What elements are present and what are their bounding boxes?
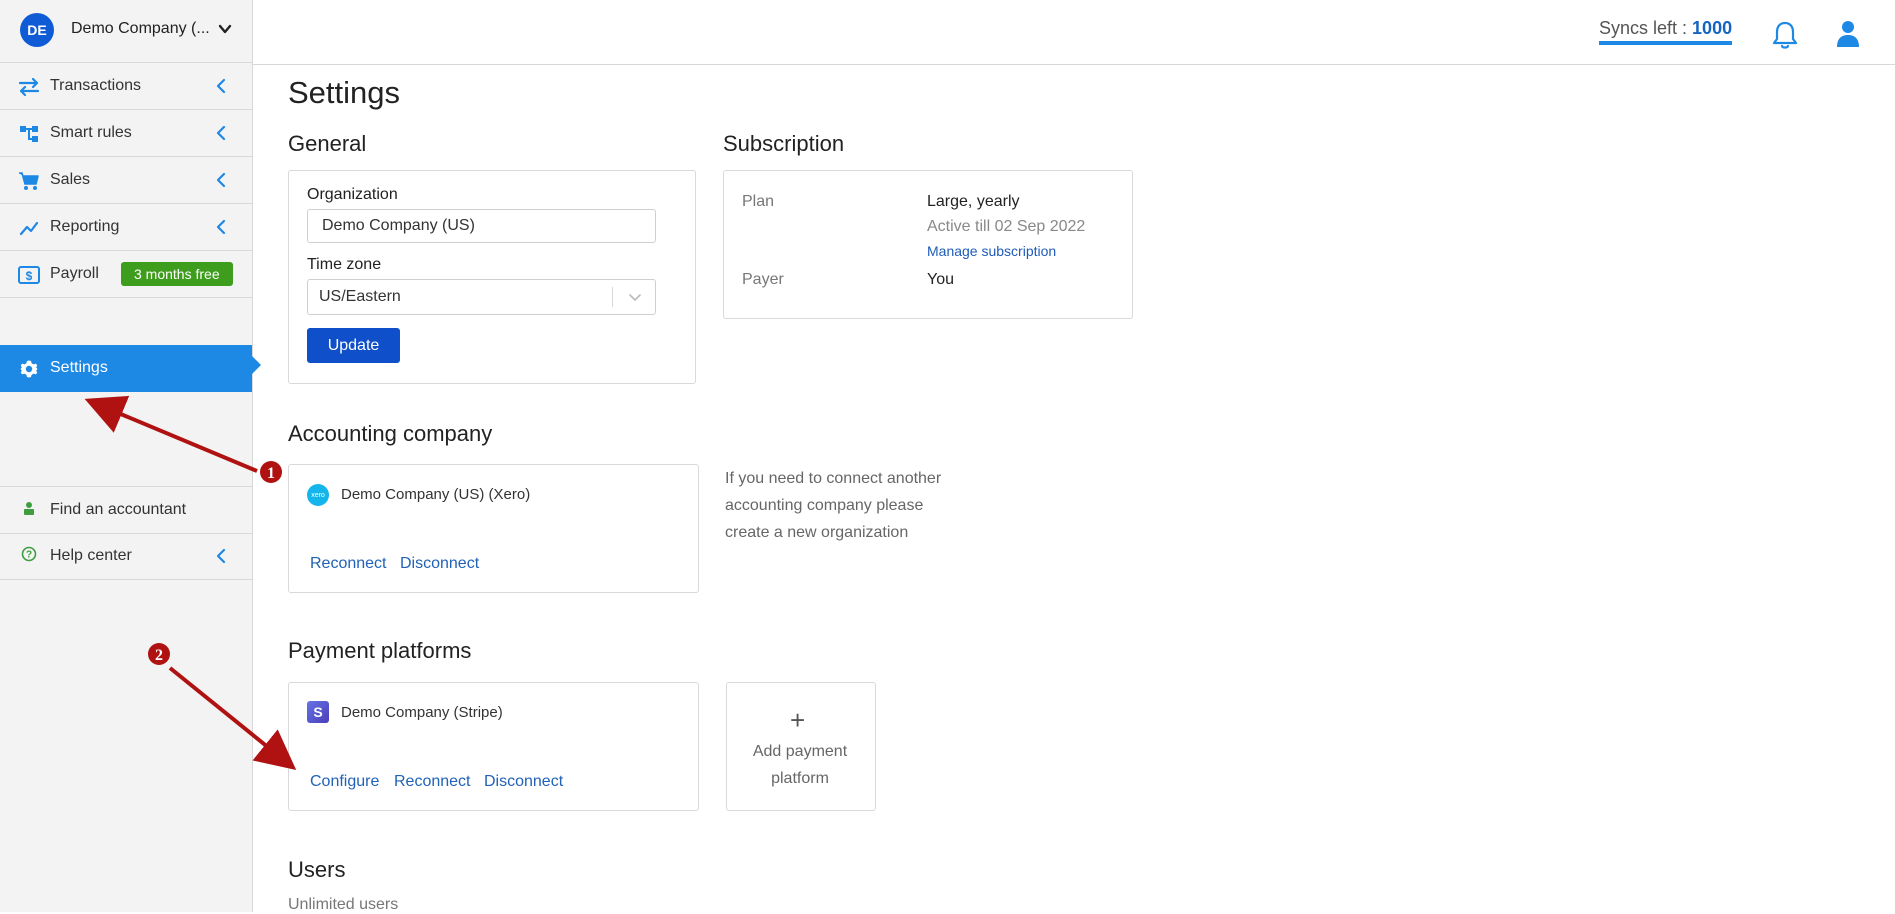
xero-logo: xero: [307, 484, 329, 506]
sidebar-item-label: Smart rules: [50, 124, 132, 141]
payment-disconnect-link[interactable]: Disconnect: [484, 773, 563, 791]
syncs-left-indicator[interactable]: Syncs left : 1000: [1599, 18, 1733, 45]
chevron-left-icon: [216, 78, 226, 94]
chevron-down-icon: [218, 24, 232, 34]
sidebar-item-transactions[interactable]: Transactions: [0, 63, 252, 110]
users-heading: Users: [288, 857, 346, 882]
sidebar-item-label: Transactions: [50, 77, 141, 94]
stripe-logo: S: [307, 701, 329, 723]
accounting-reconnect-link[interactable]: Reconnect: [310, 555, 387, 573]
stripe-logo-text: S: [313, 704, 323, 720]
user-icon[interactable]: [1835, 20, 1861, 48]
plan-value: Large, yearly: [927, 193, 1020, 210]
configure-link[interactable]: Configure: [310, 773, 379, 791]
sidebar-item-label: Reporting: [50, 218, 120, 235]
annotation-marker-1: [260, 461, 282, 483]
timezone-select[interactable]: US/Eastern: [307, 279, 656, 315]
sidebar-item-label: Find an accountant: [50, 501, 187, 518]
organization-label: Organization: [307, 186, 398, 203]
gear-icon: [18, 358, 40, 380]
dollar-card-icon: $: [18, 264, 40, 286]
accounting-note: If you need to connect another accountin…: [725, 470, 942, 541]
timezone-label: Time zone: [307, 256, 382, 273]
chevron-left-icon: [216, 125, 226, 141]
plan-label: Plan: [742, 193, 775, 210]
chevron-left-icon: [216, 219, 226, 235]
payment-platform-card: [288, 682, 699, 811]
syncs-label: Syncs left :: [1599, 18, 1688, 38]
accounting-company-name: Demo Company (US) (Xero): [341, 486, 531, 503]
sidebar-item-sales[interactable]: Sales: [0, 157, 252, 204]
sidebar-item-label: Settings: [50, 359, 108, 376]
subscription-heading: Subscription: [723, 131, 845, 156]
svg-text:$: $: [26, 269, 33, 283]
active-pointer: [252, 356, 261, 374]
sidebar-item-find-accountant[interactable]: Find an accountant: [0, 486, 252, 534]
sidebar-item-reporting[interactable]: Reporting: [0, 204, 252, 251]
chevron-left-icon: [216, 172, 226, 188]
payer-value: You: [927, 271, 954, 288]
trend-line-icon: [18, 217, 40, 239]
accounting-disconnect-link[interactable]: Disconnect: [400, 555, 479, 573]
accounting-company-card: [288, 464, 699, 593]
payer-label: Payer: [742, 271, 784, 288]
timezone-value: US/Eastern: [319, 288, 401, 305]
promo-badge[interactable]: 3 months free: [121, 262, 233, 286]
syncs-count: 1000: [1692, 18, 1733, 38]
accounting-company-heading: Accounting company: [288, 421, 493, 446]
chevron-left-icon: [216, 548, 226, 564]
payment-platforms-heading: Payment platforms: [288, 638, 472, 663]
general-heading: General: [288, 131, 367, 156]
users-subtitle: Unlimited users: [288, 896, 399, 913]
annotation-marker-1-label: 1: [267, 465, 275, 482]
page-title: Settings: [288, 75, 401, 110]
chevron-down-icon: [629, 294, 641, 301]
sidebar-item-label: Payroll: [50, 265, 99, 282]
transfer-arrows-icon: [18, 76, 40, 98]
xero-logo-text: xero: [311, 491, 325, 499]
company-avatar: DE: [20, 13, 54, 47]
company-name: Demo Company (...: [71, 20, 210, 37]
sidebar-item-help-center[interactable]: ? Help center: [0, 533, 252, 580]
sidebar: DE Demo Company (... Transactions Smart …: [0, 0, 261, 912]
select-divider: [612, 287, 613, 307]
sidebar-item-smart-rules[interactable]: Smart rules: [0, 110, 252, 157]
sitemap-icon: [18, 123, 40, 145]
update-button[interactable]: Update: [307, 328, 400, 363]
payment-reconnect-link[interactable]: Reconnect: [394, 773, 471, 791]
svg-text:?: ?: [26, 550, 32, 561]
plan-active-until: Active till 02 Sep 2022: [927, 218, 1086, 235]
plus-icon: +: [790, 705, 806, 735]
sidebar-item-label: Sales: [50, 171, 91, 188]
add-payment-platform-label: Add payment platform: [752, 743, 848, 787]
company-switcher[interactable]: DE Demo Company (...: [0, 0, 252, 63]
payment-platform-name: Demo Company (Stripe): [341, 704, 503, 721]
cart-icon: [18, 170, 40, 192]
sidebar-item-label: Help center: [50, 547, 132, 564]
manage-subscription-link[interactable]: Manage subscription: [927, 243, 1056, 259]
organization-input[interactable]: [307, 209, 656, 243]
question-circle-icon: ?: [18, 543, 40, 565]
annotation-overlay: 1 2: [84, 395, 297, 771]
sidebar-item-settings[interactable]: Settings: [0, 345, 252, 392]
bell-icon[interactable]: [1771, 20, 1799, 50]
person-icon: [18, 498, 40, 520]
